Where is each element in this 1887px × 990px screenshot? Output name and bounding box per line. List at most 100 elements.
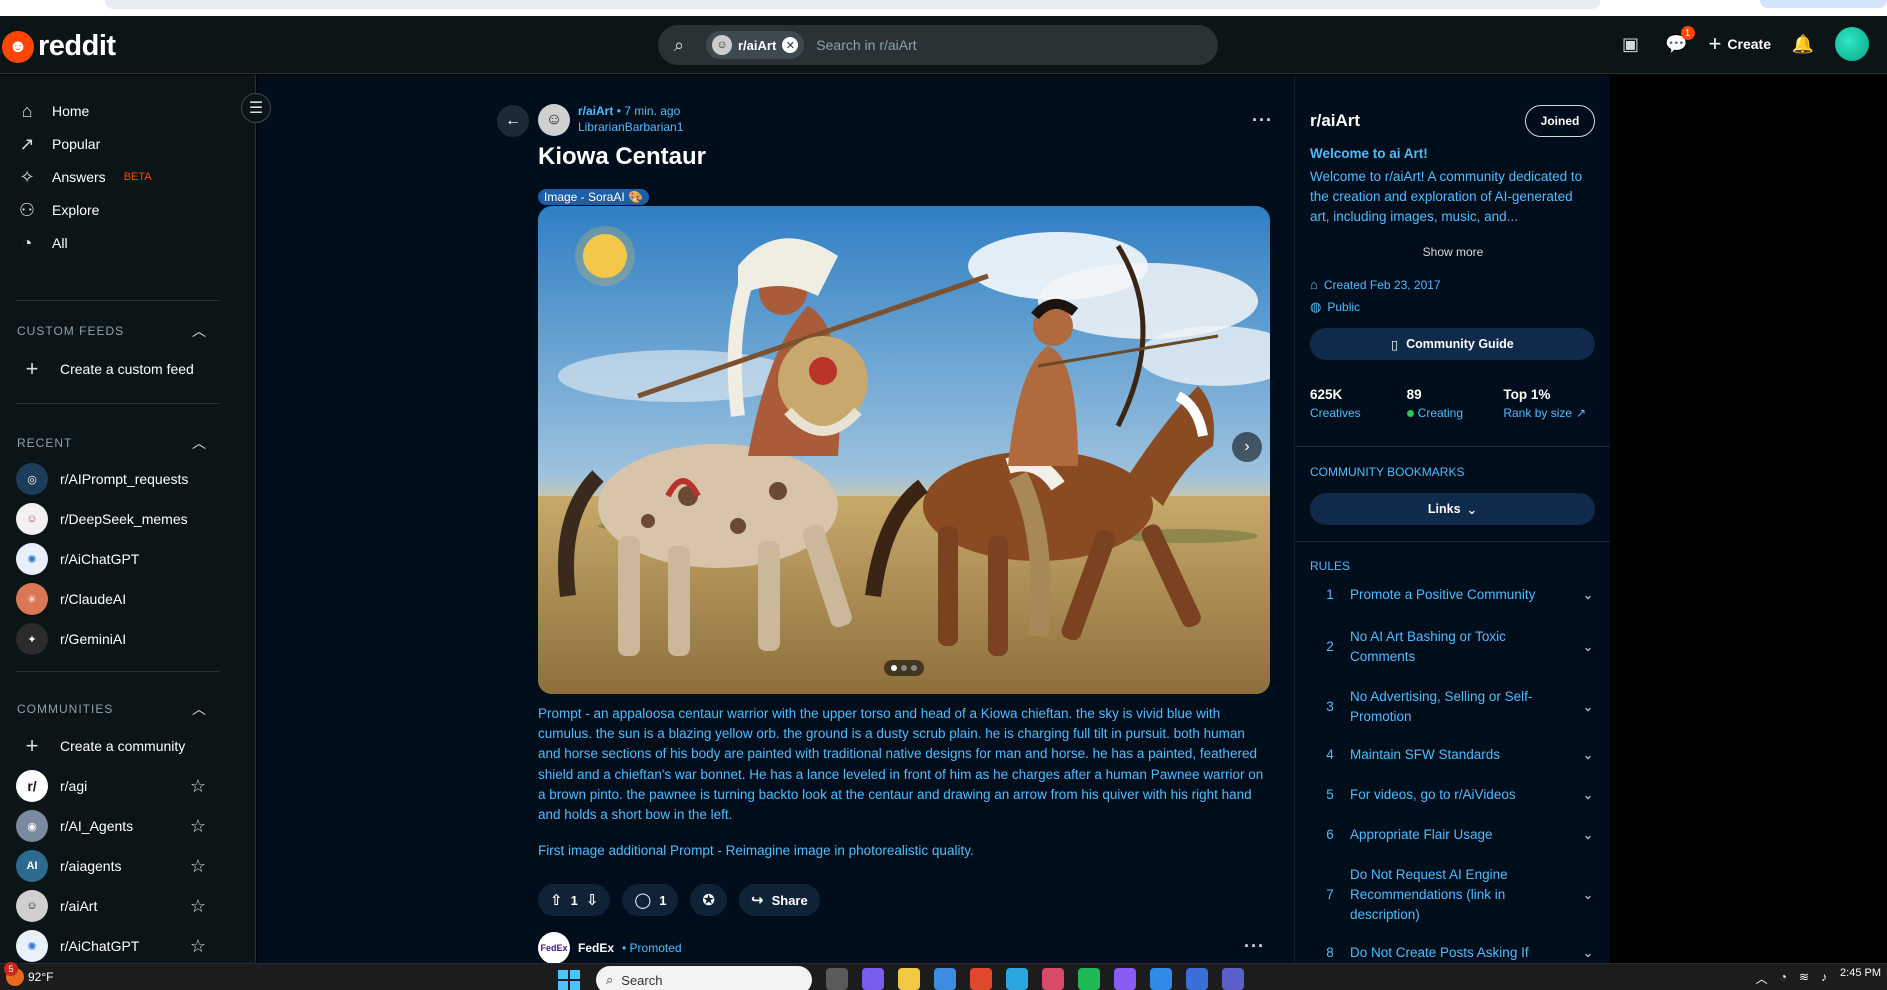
links-dropdown-button[interactable]: Links ⌄: [1310, 493, 1595, 525]
gallery-dot[interactable]: [901, 665, 907, 671]
plus-icon: +: [1708, 31, 1722, 56]
community-item[interactable]: ☺ r/aiArt ☆: [16, 886, 206, 926]
community-item[interactable]: AI r/aiagents ☆: [16, 846, 206, 886]
create-button[interactable]: + Create: [1709, 31, 1771, 57]
stat-rank[interactable]: Top 1% Rank by size ↗: [1503, 387, 1600, 420]
rule-item[interactable]: 7 Do Not Request AI Engine Recommendatio…: [1310, 865, 1600, 925]
favorite-star-icon[interactable]: ☆: [190, 896, 206, 917]
sidebar-item-all[interactable]: ◔ All: [16, 223, 226, 263]
search-community-chip[interactable]: ☺ r/aiArt ✕: [706, 31, 805, 59]
messenger-icon[interactable]: [1114, 968, 1136, 990]
collapse-sidebar-menu-icon[interactable]: ☰: [241, 93, 271, 123]
downvote-icon[interactable]: ⇩: [586, 891, 599, 909]
windows-start-icon[interactable]: [558, 970, 580, 990]
copilot-icon[interactable]: [862, 968, 884, 990]
notifications-bell-icon[interactable]: 🔔: [1789, 30, 1817, 58]
snoo-icon: ☻: [2, 30, 34, 63]
start-tile: [570, 981, 580, 990]
user-avatar[interactable]: [1835, 27, 1869, 61]
rule-item[interactable]: 1 Promote a Positive Community ⌄: [1310, 585, 1600, 605]
notepad-icon[interactable]: [1186, 968, 1208, 990]
rule-item[interactable]: 2 No AI Art Bashing or Toxic Comments ⌄: [1310, 627, 1600, 667]
award-icon: ✪: [702, 892, 715, 909]
joined-button[interactable]: Joined: [1525, 105, 1595, 137]
edge-icon[interactable]: [1150, 968, 1172, 990]
show-more-link[interactable]: Show more: [1295, 245, 1610, 259]
recent-item[interactable]: ✳ r/ClaudeAI: [16, 579, 206, 619]
sidebar-item-label: r/ClaudeAI: [60, 591, 127, 607]
volume-icon[interactable]: ♪: [1821, 970, 1827, 987]
recent-item[interactable]: ✦ r/GeminiAI: [16, 619, 206, 659]
favorite-star-icon[interactable]: ☆: [190, 856, 206, 877]
favorite-star-icon[interactable]: ☆: [190, 816, 206, 837]
create-community[interactable]: + Create a community: [16, 726, 206, 766]
advertiser-name[interactable]: FedEx: [578, 941, 614, 955]
teams-icon[interactable]: [1222, 968, 1244, 990]
chat-icon[interactable]: 💬 1: [1663, 26, 1695, 58]
search-icon: ⌕: [674, 34, 685, 55]
search-input[interactable]: [816, 37, 1117, 53]
subreddit-link[interactable]: r/aiArt: [578, 104, 613, 118]
browser-address-bar[interactable]: [105, 0, 1600, 9]
award-button[interactable]: ✪: [690, 884, 727, 916]
post-options-more-icon[interactable]: ···: [1252, 110, 1273, 131]
author-link[interactable]: LibrarianBarbarian1: [578, 120, 683, 134]
community-welcome: Welcome to ai Art!: [1310, 146, 1428, 161]
browser-profile-pill[interactable]: [1760, 0, 1887, 8]
subreddit-avatar: ✺: [16, 930, 48, 962]
spotify-icon[interactable]: [1078, 968, 1100, 990]
favorite-star-icon[interactable]: ☆: [190, 776, 206, 797]
comments-button[interactable]: ◯ 1: [622, 884, 679, 916]
search-bar[interactable]: ⌕ ☺ r/aiArt ✕: [658, 25, 1218, 65]
community-item[interactable]: r/ r/agi ☆: [16, 766, 206, 806]
advertiser-avatar[interactable]: FedEx: [538, 932, 570, 964]
brave-icon[interactable]: [970, 968, 992, 990]
subreddit-avatar: ✺: [16, 543, 48, 575]
favorite-star-icon[interactable]: ☆: [190, 936, 206, 957]
recent-header[interactable]: RECENT ︿: [17, 433, 207, 453]
recent-item[interactable]: ◎ r/AIPrompt_requests: [16, 459, 206, 499]
back-arrow-icon[interactable]: ←: [497, 105, 529, 137]
weather-widget[interactable]: 5 92°F: [4, 962, 53, 986]
advertise-icon[interactable]: ▣: [1617, 30, 1645, 58]
taskbar-search[interactable]: ⌕ Search: [596, 966, 812, 990]
taskbar-clock[interactable]: 2:45 PM: [1840, 967, 1881, 979]
plus-icon: +: [25, 733, 39, 758]
upvote-icon[interactable]: ⇧: [550, 891, 563, 909]
gallery-dot-active[interactable]: [891, 665, 897, 671]
rule-item[interactable]: 6 Appropriate Flair Usage ⌄: [1310, 825, 1600, 845]
post-image-gallery[interactable]: ›: [538, 206, 1270, 694]
gallery-next-icon[interactable]: ›: [1232, 432, 1262, 462]
app-icon[interactable]: [1042, 968, 1064, 990]
promo-options-more-icon[interactable]: ···: [1244, 936, 1265, 957]
reddit-logo[interactable]: ☻ reddit: [2, 30, 116, 63]
share-button[interactable]: ↪ Share: [739, 884, 820, 916]
subreddit-avatar: ◉: [16, 810, 48, 842]
rule-item[interactable]: 4 Maintain SFW Standards ⌄: [1310, 745, 1600, 765]
explore-icon: ⚇: [18, 199, 36, 220]
post-flair[interactable]: Image - SoraAI 🎨: [538, 189, 649, 205]
community-item[interactable]: ◉ r/AI_Agents ☆: [16, 806, 206, 846]
gallery-dot[interactable]: [911, 665, 917, 671]
create-custom-feed[interactable]: + Create a custom feed: [16, 349, 206, 389]
community-guide-button[interactable]: ▯ Community Guide: [1310, 328, 1595, 360]
custom-feeds-header[interactable]: CUSTOM FEEDS ︿: [17, 321, 207, 341]
telegram-icon[interactable]: [1006, 968, 1028, 990]
recent-item[interactable]: ✺ r/AiChatGPT: [16, 539, 206, 579]
rule-item[interactable]: 3 No Advertising, Selling or Self-Promot…: [1310, 687, 1600, 727]
rule-item[interactable]: 8 Do Not Create Posts Asking If ⌄: [1310, 943, 1600, 963]
header-actions: ▣ 💬 1 + Create 🔔: [1617, 26, 1869, 61]
file-explorer-icon[interactable]: [898, 968, 920, 990]
sidebar-item-label: Explore: [52, 202, 100, 218]
clear-chip-icon[interactable]: ✕: [782, 37, 799, 53]
chevron-up-icon[interactable]: ︿: [1756, 970, 1768, 987]
wifi-icon[interactable]: ≋: [1799, 970, 1809, 987]
recent-item[interactable]: ☺ r/DeepSeek_memes: [16, 499, 206, 539]
communities-header[interactable]: COMMUNITIES ︿: [17, 699, 207, 719]
chrome-icon[interactable]: [934, 968, 956, 990]
task-view-icon[interactable]: [826, 968, 848, 990]
subreddit-avatar[interactable]: ☺: [538, 104, 570, 136]
network-icon[interactable]: ◔: [1780, 970, 1787, 987]
community-item[interactable]: ✺ r/AiChatGPT ☆: [16, 926, 206, 963]
rule-item[interactable]: 5 For videos, go to r/AiVideos ⌄: [1310, 785, 1600, 805]
